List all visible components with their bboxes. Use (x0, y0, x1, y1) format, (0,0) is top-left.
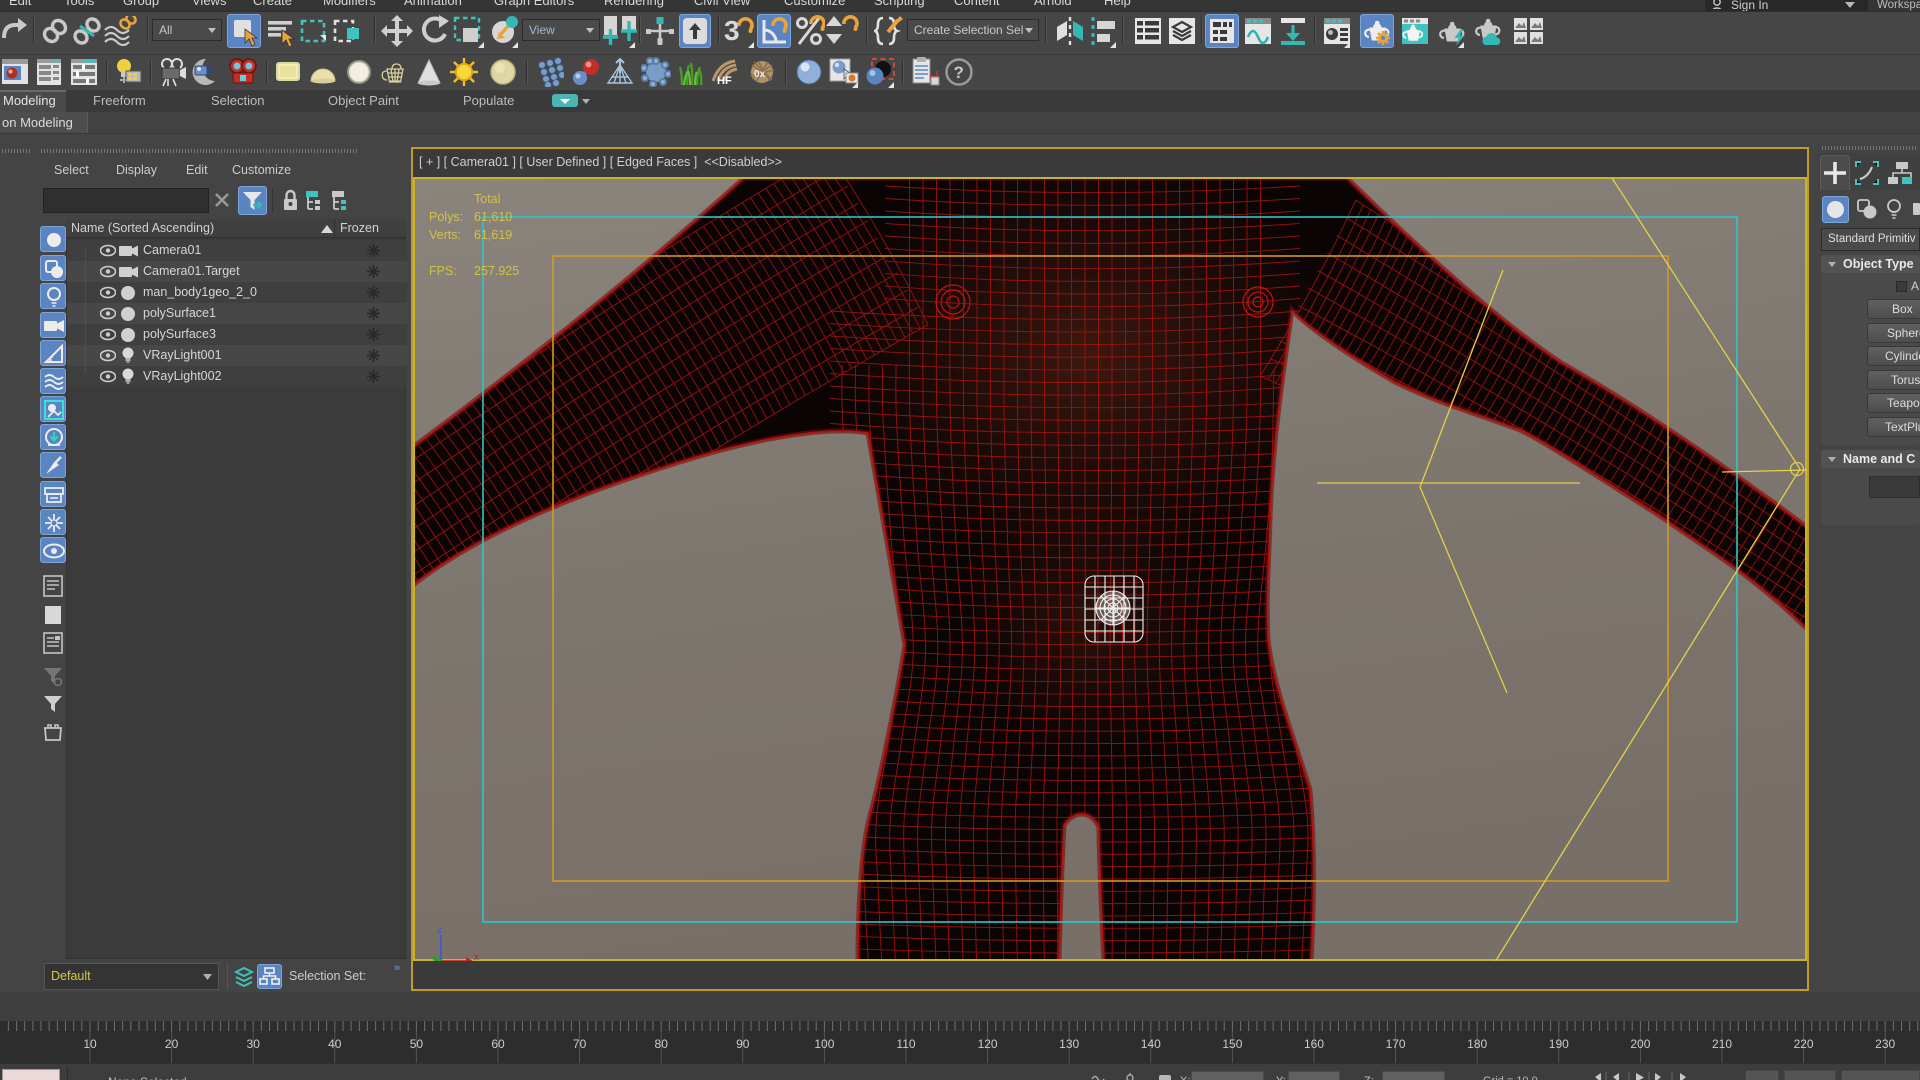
svg-text:210: 210 (1712, 1037, 1732, 1051)
svg-text:z: z (437, 925, 442, 936)
svg-text:HF: HF (717, 75, 732, 87)
svg-text:90: 90 (736, 1037, 750, 1051)
svg-text:220: 220 (1794, 1037, 1814, 1051)
svg-text:120: 120 (978, 1037, 998, 1051)
svg-text:61,619: 61,619 (474, 228, 512, 242)
svg-text:70: 70 (573, 1037, 587, 1051)
svg-text:230: 230 (1875, 1037, 1895, 1051)
svg-text:170: 170 (1386, 1037, 1406, 1051)
svg-text:?: ? (954, 63, 964, 82)
svg-text:40: 40 (328, 1037, 342, 1051)
svg-text:3: 3 (724, 15, 740, 46)
svg-text:200: 200 (1630, 1037, 1650, 1051)
svg-text:Polys:: Polys: (429, 210, 463, 224)
svg-text:80: 80 (655, 1037, 669, 1051)
svg-text:160: 160 (1304, 1037, 1324, 1051)
svg-text:140: 140 (1141, 1037, 1161, 1051)
svg-text:x: x (474, 952, 479, 961)
svg-text:10: 10 (83, 1037, 97, 1051)
svg-text:130: 130 (1059, 1037, 1079, 1051)
svg-text:FPS:: FPS: (429, 264, 457, 278)
svg-text:180: 180 (1467, 1037, 1487, 1051)
svg-text:50: 50 (410, 1037, 424, 1051)
svg-text:20: 20 (165, 1037, 179, 1051)
svg-text:Total: Total (474, 192, 500, 206)
svg-text:150: 150 (1222, 1037, 1242, 1051)
svg-text:Verts:: Verts: (429, 228, 461, 242)
svg-text:100: 100 (814, 1037, 834, 1051)
svg-text:0x: 0x (754, 69, 766, 80)
svg-text:61,610: 61,610 (474, 210, 512, 224)
svg-text:30: 30 (247, 1037, 261, 1051)
svg-text:190: 190 (1549, 1037, 1569, 1051)
svg-text:110: 110 (896, 1037, 915, 1051)
svg-text:257.925: 257.925 (474, 264, 519, 278)
svg-text:60: 60 (491, 1037, 505, 1051)
